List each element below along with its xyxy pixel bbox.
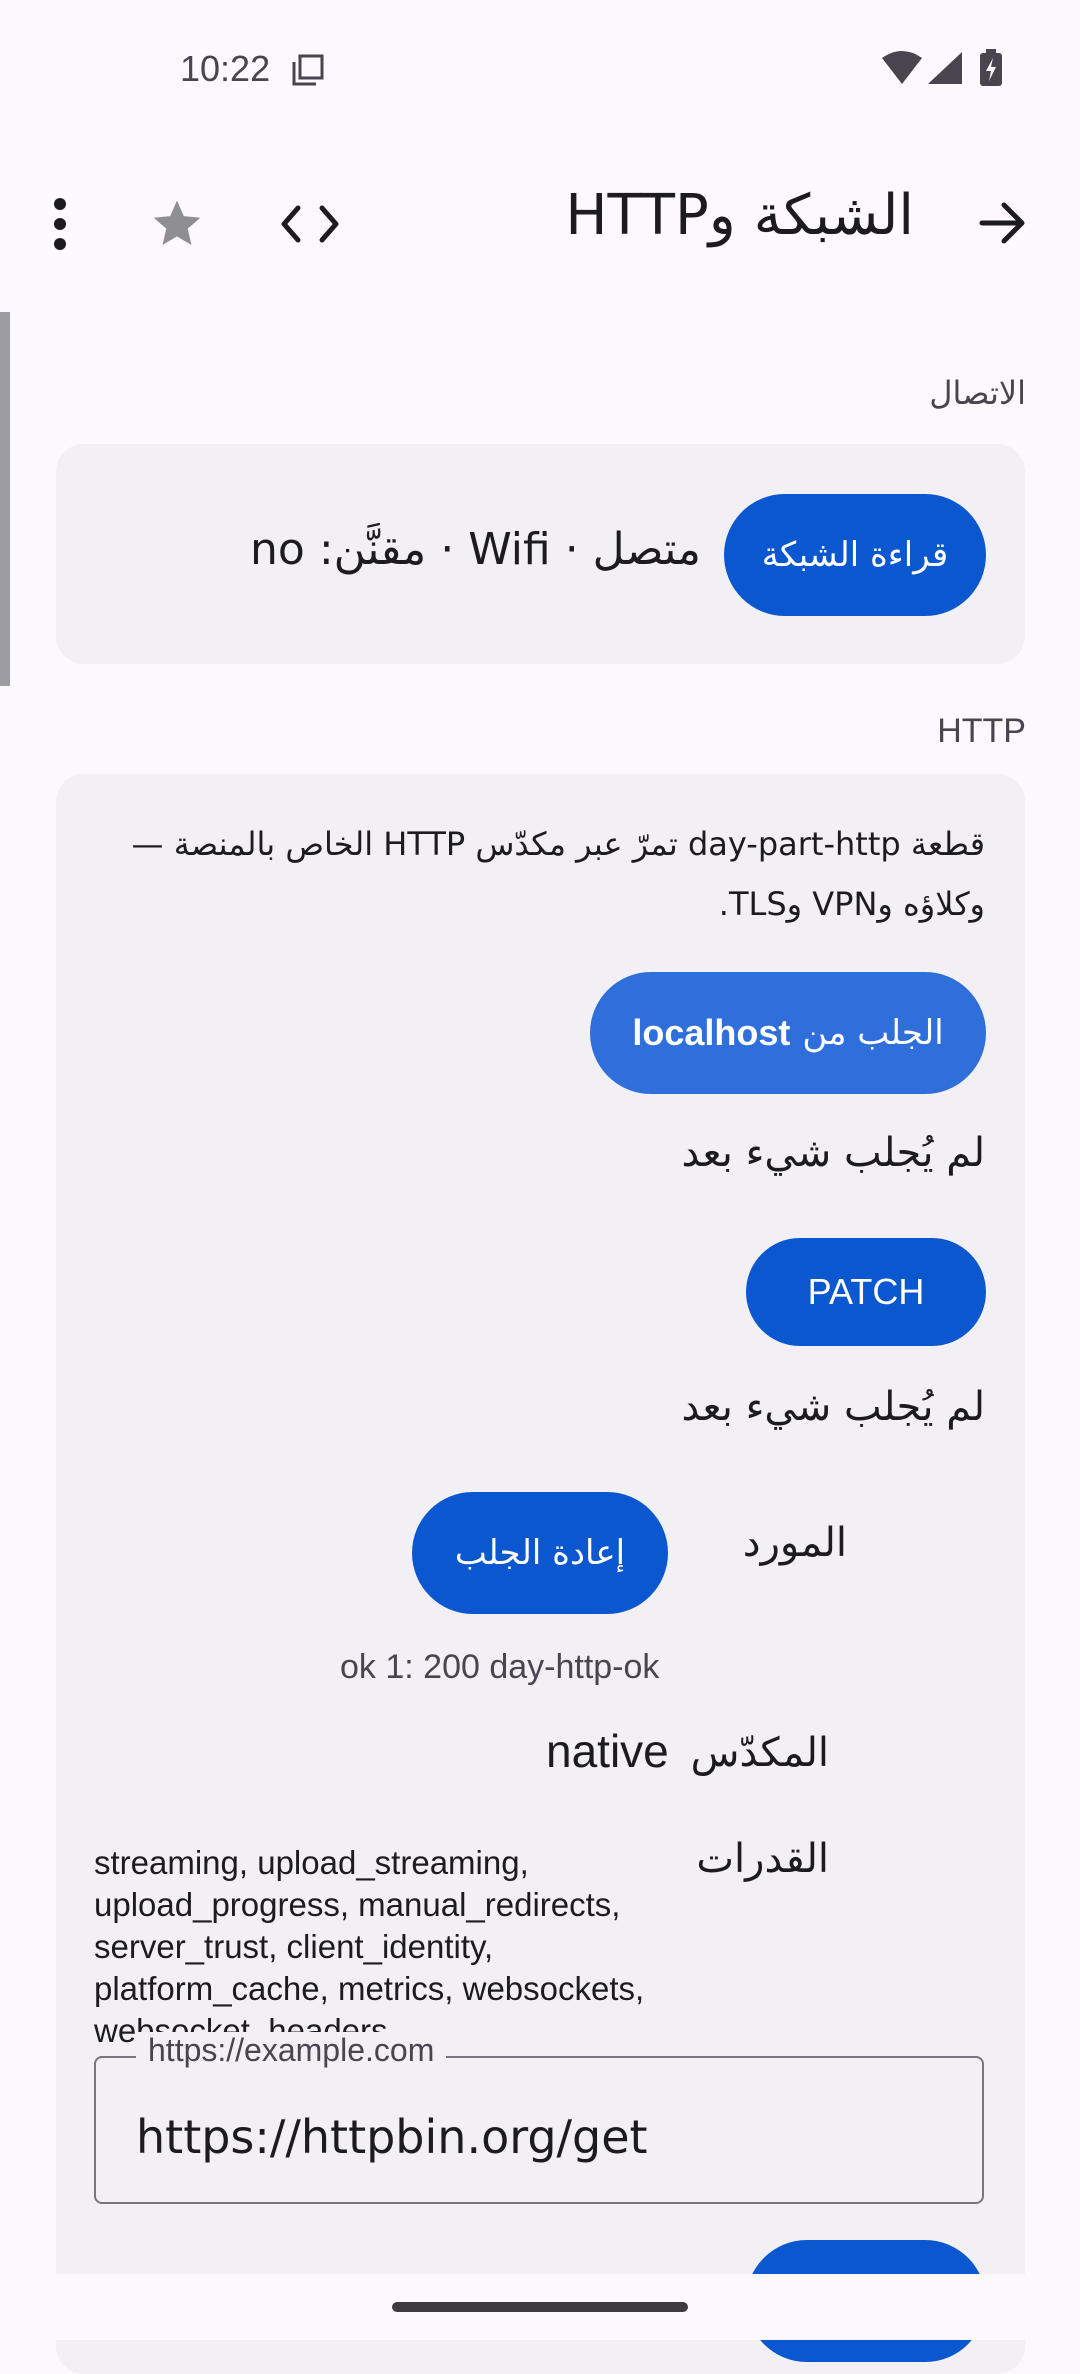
back-arrow-icon[interactable] [978,200,1028,246]
http-description: قطعة day-part-http تمرّ عبر مكدّس HTTP ا… [131,825,985,923]
wifi-icon [882,51,922,84]
url-input[interactable] [136,2110,936,2164]
more-options-icon[interactable] [52,196,68,252]
capabilities-value: streaming, upload_streaming, upload_prog… [94,1844,645,2049]
patch-button[interactable]: PATCH [746,1238,986,1346]
refetch-button[interactable]: إعادة الجلب [412,1492,668,1614]
page-title: الشبكة وHTTP [565,183,914,248]
battery-charging-icon [980,49,1002,86]
fetch-localhost-host: localhost [632,1012,791,1053]
stack-value: native [546,1725,669,1777]
star-icon[interactable] [148,196,206,252]
fetch-localhost-button[interactable]: الجلب من localhost [590,972,986,1094]
http-section-label: HTTP [937,712,1026,750]
resource-label: المورد [742,1520,847,1566]
code-icon[interactable] [280,202,340,246]
capabilities-label: القدرات [696,1836,829,1882]
patch-result: لم يُجلب شيء بعد [681,1384,985,1430]
connection-card: قراءة الشبكة متصل · Wifi · مقنَّن: no [56,444,1025,664]
fetch-localhost-result: لم يُجلب شيء بعد [681,1130,985,1176]
url-field-label: https://example.com [136,2032,447,2069]
read-network-button[interactable]: قراءة الشبكة [724,494,986,616]
status-time: 10:22 [180,48,271,89]
url-field[interactable]: https://example.com [94,2032,984,2204]
gesture-handle[interactable] [392,2302,688,2312]
connection-status: متصل · Wifi · مقنَّن: no [250,524,701,575]
resource-result: ok 1: 200 day-http-ok [340,1648,660,1686]
stack-label: المكدّس [690,1730,829,1776]
cellular-signal-icon [928,52,962,84]
fetch-localhost-prefix: الجلب من [802,1013,944,1053]
screenshot-notification-icon [292,54,324,86]
scrollbar[interactable] [0,312,10,686]
connection-section-label: الاتصال [929,374,1026,412]
